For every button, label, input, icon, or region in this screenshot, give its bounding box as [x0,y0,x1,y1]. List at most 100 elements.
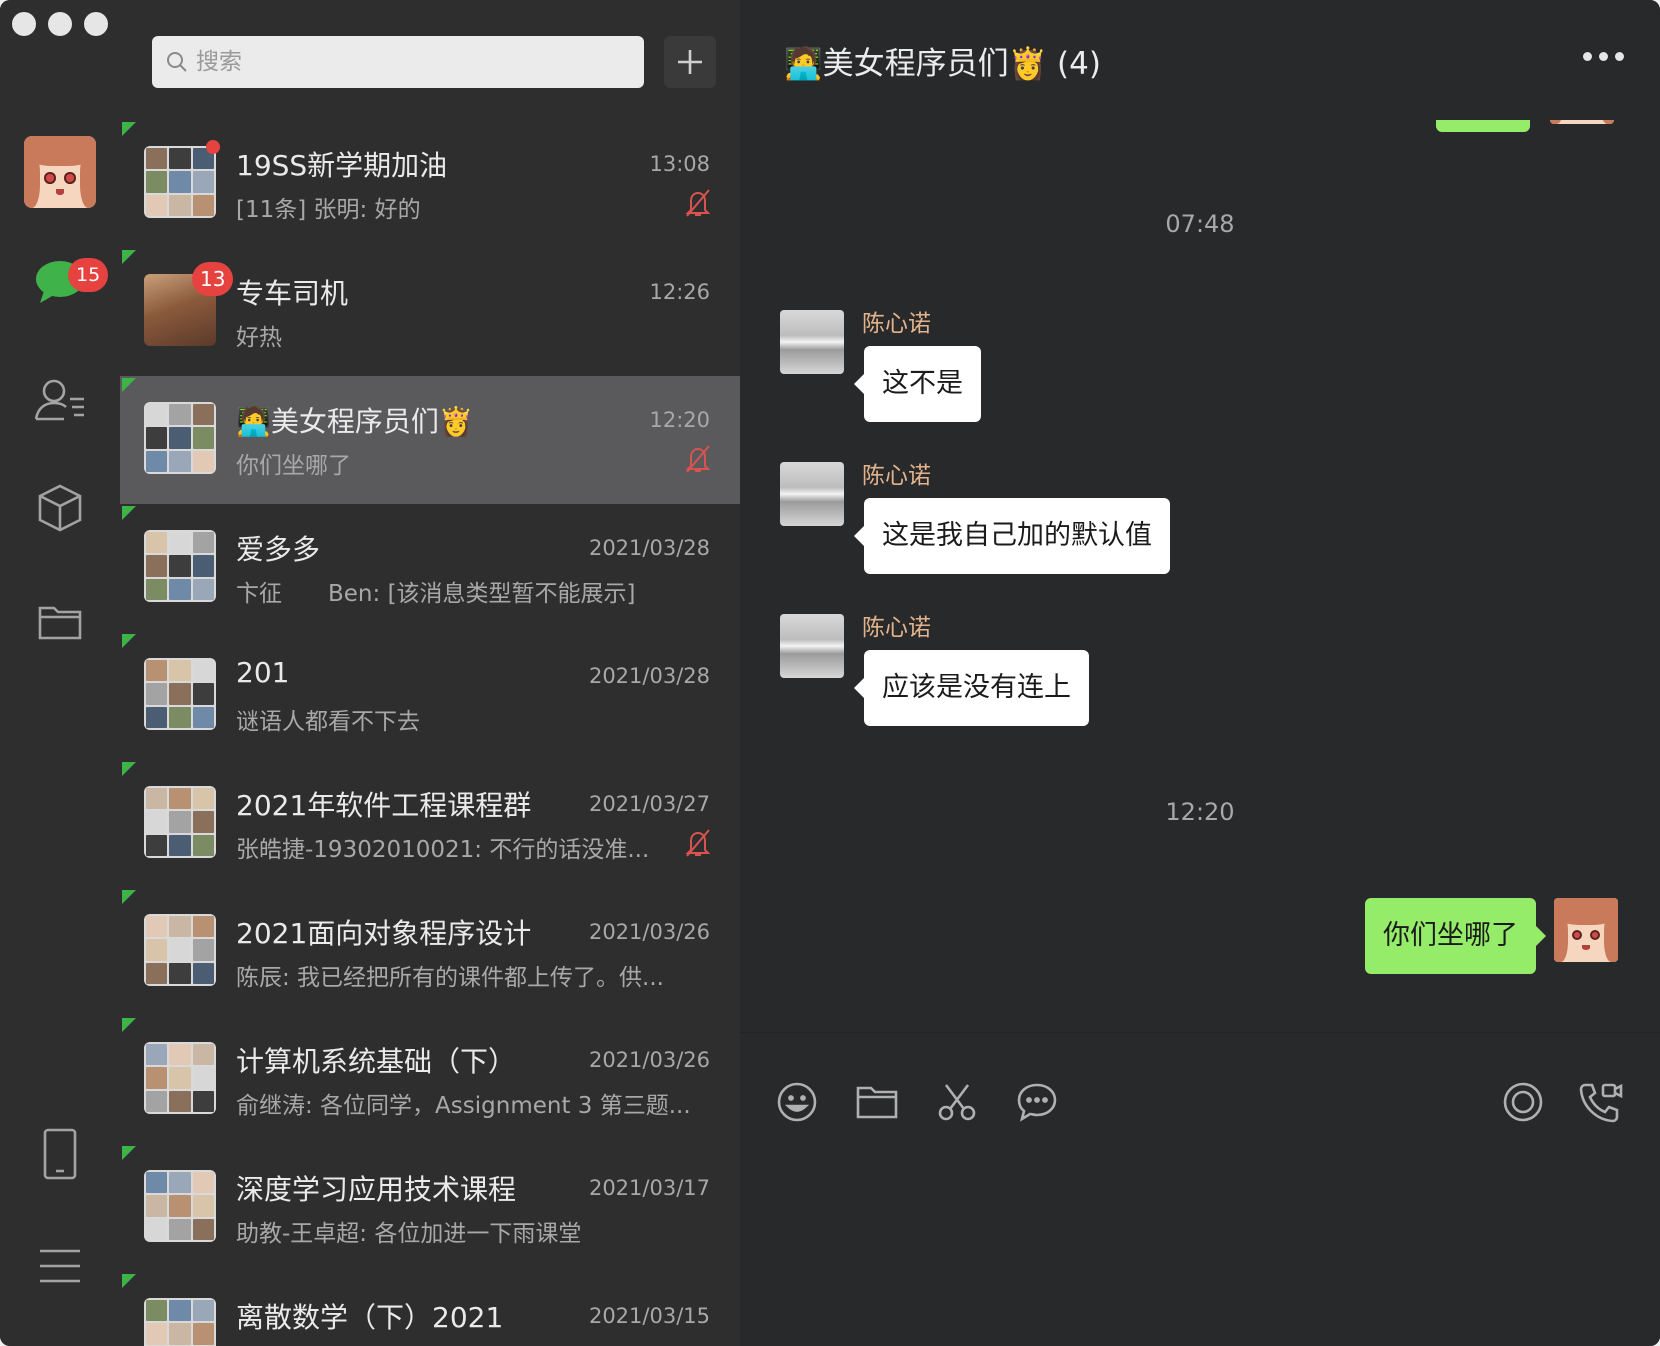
conversation-name: 2021年软件工程课程群 [236,789,532,822]
sender-avatar[interactable] [780,614,844,678]
sender-name: 陈心诺 [862,463,931,489]
conversation-name: 离散数学（下）2021 [236,1301,504,1334]
conversation-name: 201 [236,656,290,689]
live-icon [1503,1082,1543,1122]
conversation-time: 2021/03/27 [588,792,710,816]
message-bubble[interactable]: 你们坐哪了 [1365,898,1546,974]
conversation-preview: [11条] 张明: 好的 [236,197,421,223]
my-avatar[interactable] [24,136,96,208]
call-button[interactable] [1578,1079,1624,1125]
message-bubble-partial [1436,120,1530,132]
conversation-time: 13:08 [649,152,710,176]
conversation-preview: 谜语人都看不下去 [236,709,420,735]
phone-icon [43,1128,77,1180]
conversation-avatar[interactable] [144,786,216,858]
wechat-window: 15 19SS新学期加油 13:08 [11条] 张明: 好的 13专车司机 12:26… [0,0,1660,1346]
sender-name: 陈心诺 [862,615,931,641]
zoom-window-button[interactable] [84,12,108,36]
sender-avatar[interactable] [780,310,844,374]
conversation-avatar[interactable] [144,914,216,986]
my-message-avatar[interactable] [1554,898,1618,962]
more-button[interactable] [1583,52,1624,61]
contacts-tab[interactable] [30,370,90,430]
search-box[interactable] [152,36,644,88]
folder-icon [38,606,82,640]
chat-unread-badge: 15 [68,258,109,292]
message-bubble[interactable]: 这是我自己加的默认值 [854,498,1170,574]
conversation-item[interactable]: 计算机系统基础（下） 2021/03/26 俞继涛: 各位同学，Assignment… [120,1016,740,1144]
live-button[interactable] [1500,1079,1546,1125]
unread-dot [206,140,220,154]
add-button[interactable] [664,36,716,88]
conversation-item[interactable]: 离散数学（下）2021 2021/03/15 [120,1272,740,1346]
conversation-item[interactable]: 13 专车司机 12:26 好热 [120,248,740,376]
conversation-name: 专车司机 [236,277,349,310]
my-message-avatar[interactable] [1550,120,1614,124]
conversation-preview: 助教-王卓超: 各位加进一下雨课堂 [236,1221,582,1247]
conversation-time: 2021/03/28 [588,664,710,688]
emoji-button[interactable] [774,1079,820,1125]
message-composer [740,1032,1660,1346]
sender-name: 陈心诺 [862,311,931,337]
conversation-name: 计算机系统基础（下） [236,1045,517,1078]
conversation-name: 爱多多 [236,533,321,566]
conversation-item[interactable]: 🧑‍💻美女程序员们👸 12:20 你们坐哪了 [120,376,740,504]
conversation-preview: 俞继涛: 各位同学，Assignment 3 第三题... [236,1093,691,1119]
pinned-marker [122,378,136,392]
conversation-name: 19SS新学期加油 [236,149,448,182]
message-timestamp: 12:20 [1165,798,1235,826]
pinned-marker [122,762,136,776]
conversation-time: 2021/03/26 [588,1048,710,1072]
search-input[interactable] [196,49,616,75]
conversation-avatar[interactable] [144,402,216,474]
conversation-avatar[interactable] [144,658,216,730]
conversation-avatar[interactable] [144,1298,216,1346]
chat-history-button[interactable] [1014,1079,1060,1125]
conversation-avatar[interactable] [144,1170,216,1242]
pinned-marker [122,506,136,520]
conversation-list: 19SS新学期加油 13:08 [11条] 张明: 好的 13 专车司机 12:26 好热 🧑… [120,120,740,1346]
message-outgoing: 你们坐哪了 [740,898,1660,978]
message-input[interactable] [770,1153,1630,1323]
mute-icon [685,189,711,217]
pinned-marker [122,1146,136,1160]
send-file-button[interactable] [854,1079,900,1125]
box-icon [38,484,82,532]
message-bubble[interactable]: 这不是 [854,346,981,422]
screenshot-button[interactable] [934,1079,980,1125]
conversation-time: 2021/03/26 [588,920,710,944]
minimize-window-button[interactable] [48,12,72,36]
files-tab[interactable] [30,592,90,652]
sender-avatar[interactable] [780,462,844,526]
close-window-button[interactable] [12,12,36,36]
conversation-time: 2021/03/17 [588,1176,710,1200]
message-bubble[interactable]: 应该是没有连上 [854,650,1089,726]
conversation-name: 2021面向对象程序设计 [236,917,532,950]
message-list: 07:48 陈心诺 这不是 陈心诺 这是我自己加的默认值 陈心诺 应该是没有连上… [740,120,1660,1032]
call-icon [1579,1083,1623,1123]
conversation-preview: 张皓捷-19302010021: 不行的话没准... [236,837,650,863]
mute-icon [685,445,711,473]
conversation-preview: 卞征 Ben: [该消息类型暂不能展示] [236,581,636,607]
conversation-time: 12:20 [649,408,710,432]
conversation-avatar[interactable] [144,530,216,602]
conversation-item[interactable]: 深度学习应用技术课程 2021/03/17 助教-王卓超: 各位加进一下雨课堂 [120,1144,740,1272]
pinned-marker [122,1018,136,1032]
chat-bubble-icon [1017,1083,1057,1122]
conversation-item[interactable]: 爱多多 2021/03/28 卞征 Ben: [该消息类型暂不能展示] [120,504,740,632]
pinned-marker [122,250,136,264]
conversation-item[interactable]: 201 2021/03/28 谜语人都看不下去 [120,632,740,760]
sidebar-rail: 15 [0,0,120,1346]
phone-tab[interactable] [30,1124,90,1184]
menu-button[interactable] [30,1236,90,1296]
favorites-tab[interactable] [30,478,90,538]
conversation-item[interactable]: 2021年软件工程课程群 2021/03/27 张皓捷-19302010021: 不… [120,760,740,888]
message-timestamp: 07:48 [1165,210,1235,238]
conversation-avatar[interactable] [144,1042,216,1114]
unread-badge: 13 [192,262,234,296]
conversation-time: 2021/03/28 [588,536,710,560]
conversation-item[interactable]: 19SS新学期加油 13:08 [11条] 张明: 好的 [120,120,740,248]
conversation-item[interactable]: 2021面向对象程序设计 2021/03/26 陈辰: 我已经把所有的课件都上传了。… [120,888,740,1016]
conversation-avatar[interactable] [144,146,216,218]
conversation-time: 12:26 [649,280,710,304]
